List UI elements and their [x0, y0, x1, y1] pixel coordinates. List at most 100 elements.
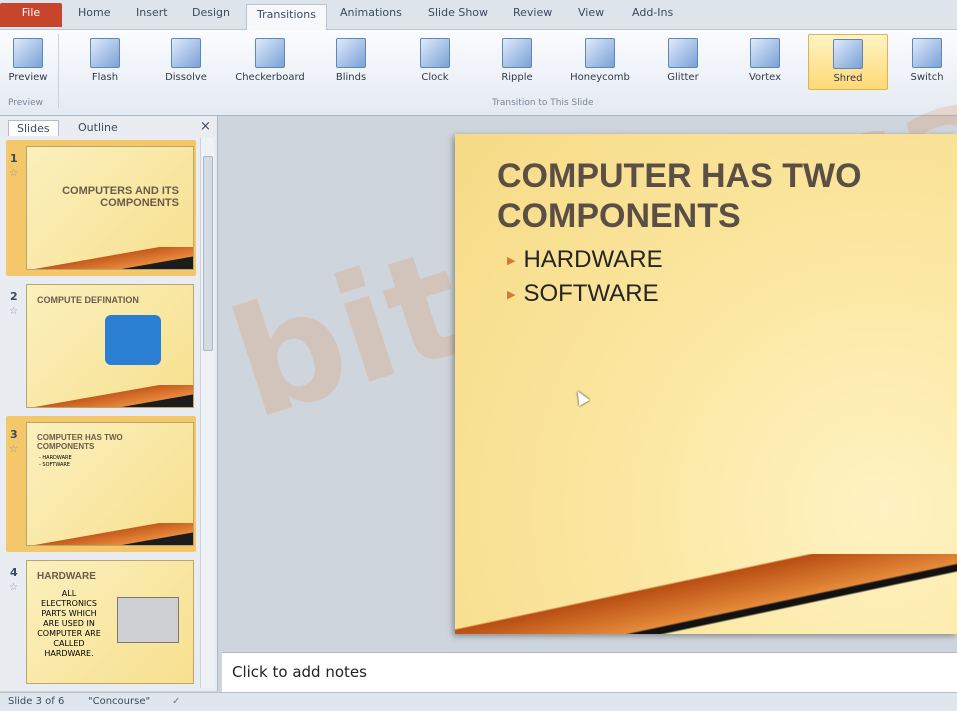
thumb-accent-bar [27, 523, 193, 545]
dissolve-icon [171, 38, 201, 68]
transition-label: Clock [421, 72, 449, 83]
ribbon-tabs: File Home Insert Design Transitions Anim… [0, 0, 957, 31]
thumb-canvas: HARDWARE ALL ELECTRONICS PARTS WHICH ARE… [26, 560, 194, 684]
transition-label: Vortex [748, 72, 782, 83]
star-icon: ☆ [9, 306, 18, 317]
star-icon: ☆ [9, 168, 18, 179]
computer-image [117, 597, 179, 643]
slide-number: 1 [10, 152, 18, 165]
thumb-canvas: COMPUTERS AND ITS COMPONENTS [26, 146, 194, 270]
star-icon: ☆ [9, 444, 18, 455]
slides-scrollbar[interactable] [200, 138, 214, 688]
computer-image [105, 315, 161, 365]
slide-title-line1: COMPUTER HAS TWO [497, 157, 862, 195]
transition-checkerboard[interactable]: Checkerboard [232, 34, 308, 90]
tab-home[interactable]: Home [78, 6, 110, 19]
tab-add-ins[interactable]: Add-Ins [632, 6, 673, 19]
transition-label: Dissolve [165, 72, 207, 83]
preview-group-label: Preview [8, 98, 44, 108]
transition-switch[interactable]: Switch [898, 34, 956, 90]
thumb-body: ALL ELECTRONICS PARTS WHICH ARE USED IN … [37, 589, 101, 658]
bullet-arrow-icon: ▶ [507, 289, 516, 302]
slide-thumb-3[interactable]: 3 ☆ COMPUTER HAS TWO COMPONENTS - HARDWA… [6, 416, 196, 552]
transition-honeycomb[interactable]: Honeycomb [564, 34, 636, 90]
tab-transitions[interactable]: Transitions [246, 4, 327, 31]
transition-blinds[interactable]: Blinds [320, 34, 382, 90]
group-divider [58, 34, 59, 108]
slide-number: 2 [10, 290, 18, 303]
preview-button[interactable]: Preview [2, 34, 54, 90]
tab-slides[interactable]: Slides [8, 120, 59, 136]
transition-dissolve[interactable]: Dissolve [155, 34, 217, 90]
transition-label: Blinds [335, 72, 367, 83]
checkerboard-icon [255, 38, 285, 68]
close-pane-button[interactable]: × [200, 119, 211, 134]
preview-icon [13, 38, 43, 68]
tab-slide-show[interactable]: Slide Show [428, 6, 488, 19]
thumb-canvas: COMPUTER HAS TWO COMPONENTS - HARDWARE -… [26, 422, 194, 546]
tab-insert[interactable]: Insert [136, 6, 168, 19]
notes-pane[interactable]: Click to add notes [222, 652, 957, 692]
clock-icon [420, 38, 450, 68]
flash-icon [90, 38, 120, 68]
transition-label: Ripple [501, 72, 533, 83]
thumb-title: COMPUTE DEFINATION [37, 295, 139, 305]
slide-counter: Slide 3 of 6 [8, 696, 65, 707]
transition-flash[interactable]: Flash [74, 34, 136, 90]
notes-placeholder: Click to add notes [232, 663, 367, 681]
bullet-text: HARDWARE [523, 246, 663, 273]
transition-vortex[interactable]: Vortex [734, 34, 796, 90]
slide-number: 3 [10, 428, 18, 441]
status-bar: Slide 3 of 6 "Concourse" ✓ [0, 692, 957, 711]
slide-thumb-1[interactable]: 1 ☆ COMPUTERS AND ITS COMPONENTS [6, 140, 196, 276]
transition-label: Flash [91, 72, 119, 83]
bullet-arrow-icon: ▶ [507, 255, 516, 268]
tab-file[interactable]: File [0, 3, 62, 27]
scrollbar-thumb[interactable] [203, 156, 213, 351]
thumb-accent-bar [27, 247, 193, 269]
theme-name[interactable]: "Concourse" [88, 696, 150, 707]
slide-canvas[interactable]: COMPUTER HAS TWO COMPONENTS ▶ HARDWARE ▶ S… [455, 134, 957, 634]
thumb-item: - SOFTWARE [39, 462, 71, 468]
thumb-title: COMPUTERS AND ITS COMPONENTS [62, 185, 179, 209]
ripple-icon [502, 38, 532, 68]
ribbon: Preview Preview Flash Dissolve Checkerbo… [0, 30, 957, 116]
transition-shred[interactable]: Shred [808, 34, 888, 90]
thumb-title: COMPUTER HAS TWO COMPONENTS [37, 433, 123, 451]
honeycomb-icon [585, 38, 615, 68]
thumb-item: - HARDWARE [39, 455, 72, 461]
slide-number: 4 [10, 566, 18, 579]
slide-title-line2: COMPONENTS [497, 197, 741, 235]
transition-label: Checkerboard [235, 72, 305, 83]
transition-group-label: Transition to This Slide [492, 98, 594, 108]
switch-icon [912, 38, 942, 68]
slide-thumb-2[interactable]: 2 ☆ COMPUTE DEFINATION [6, 278, 196, 414]
tab-view[interactable]: View [578, 6, 604, 19]
spellcheck-icon[interactable]: ✓ [172, 696, 180, 707]
transition-label: Glitter [667, 72, 699, 83]
tab-review[interactable]: Review [513, 6, 552, 19]
star-icon: ☆ [9, 582, 18, 593]
transition-clock[interactable]: Clock [404, 34, 466, 90]
vortex-icon [750, 38, 780, 68]
transition-label: Switch [910, 72, 944, 83]
transition-glitter[interactable]: Glitter [652, 34, 714, 90]
slide-bullet[interactable]: ▶ HARDWARE [507, 246, 663, 274]
slide-accent-bar [455, 554, 957, 634]
slide-thumb-4[interactable]: 4 ☆ HARDWARE ALL ELECTRONICS PARTS WHICH… [6, 554, 196, 690]
thumb-title: HARDWARE [37, 571, 96, 582]
slide-bullet[interactable]: ▶ SOFTWARE [507, 280, 659, 308]
transition-label: Honeycomb [570, 72, 630, 83]
tab-animations[interactable]: Animations [340, 6, 402, 19]
tab-outline[interactable]: Outline [70, 120, 126, 135]
thumb-canvas: COMPUTE DEFINATION [26, 284, 194, 408]
glitter-icon [668, 38, 698, 68]
tab-design[interactable]: Design [192, 6, 230, 19]
slides-pane: Slides Outline × 1 ☆ COMPUTERS AND ITS C… [0, 116, 218, 691]
blinds-icon [336, 38, 366, 68]
preview-label: Preview [8, 72, 48, 83]
bullet-text: SOFTWARE [523, 280, 659, 307]
thumb-accent-bar [27, 385, 193, 407]
slide-title[interactable]: COMPUTER HAS TWO COMPONENTS [497, 156, 862, 236]
transition-ripple[interactable]: Ripple [486, 34, 548, 90]
